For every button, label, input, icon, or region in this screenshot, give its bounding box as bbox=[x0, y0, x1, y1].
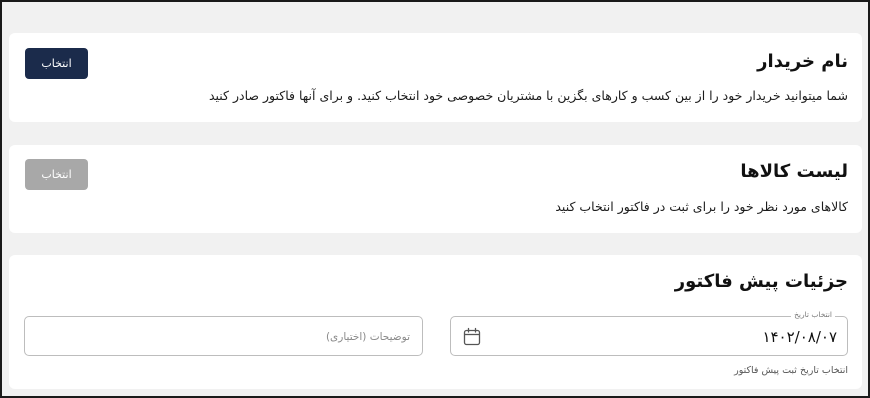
buyer-card: نام خریدار شما میتوانید خریدار خود را از… bbox=[9, 33, 862, 122]
screenshot-frame: نام خریدار شما میتوانید خریدار خود را از… bbox=[0, 0, 870, 398]
date-value[interactable]: ۱۴۰۲/۰۸/۰۷ bbox=[762, 328, 837, 346]
buyer-title: نام خریدار bbox=[757, 51, 848, 72]
date-field[interactable]: انتخاب تاریخ ۱۴۰۲/۰۸/۰۷ bbox=[450, 310, 848, 356]
notes-field[interactable] bbox=[24, 316, 423, 356]
date-helper-text: انتخاب تاریخ ثبت پیش فاکتور bbox=[734, 365, 848, 376]
products-card: لیست کالاها کالاهای مورد نظر خود را برای… bbox=[9, 145, 862, 233]
products-description: کالاهای مورد نظر خود را برای ثبت در فاکت… bbox=[555, 199, 848, 214]
notes-input[interactable] bbox=[35, 327, 410, 347]
calendar-icon[interactable] bbox=[461, 326, 483, 348]
select-buyer-button[interactable]: انتخاب bbox=[25, 48, 88, 79]
date-field-label: انتخاب تاریخ bbox=[791, 310, 835, 319]
products-title: لیست کالاها bbox=[740, 161, 848, 182]
select-products-button[interactable]: انتخاب bbox=[25, 159, 88, 190]
invoice-details-card: جزئیات پیش فاکتور انتخاب تاریخ ۱۴۰۲/۰۸/۰… bbox=[9, 255, 862, 389]
buyer-description: شما میتوانید خریدار خود را از بین کسب و … bbox=[208, 88, 848, 103]
invoice-details-title: جزئیات پیش فاکتور bbox=[674, 271, 848, 292]
